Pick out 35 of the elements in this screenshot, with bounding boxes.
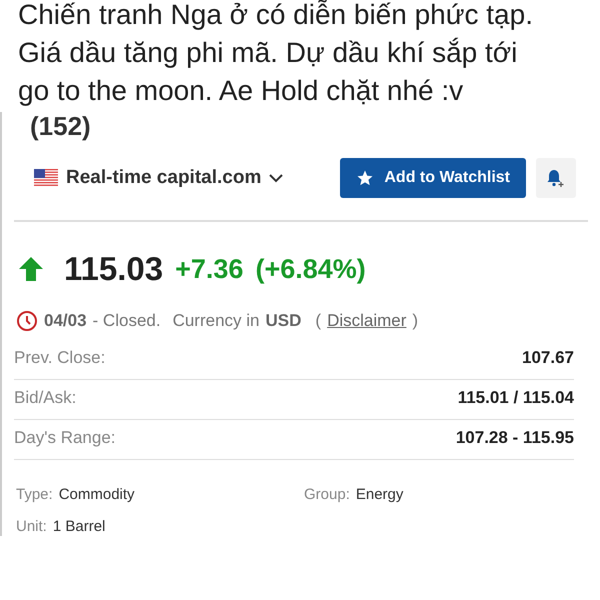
post-text: go to the moon. Ae Hold chặt nhé :v (18, 74, 464, 108)
stat-label: Day's Range: (14, 428, 116, 448)
date-text: 04/03 (44, 311, 87, 331)
data-source[interactable]: Real-time capital.com (66, 167, 262, 189)
post-text: Giá dầu tăng phi mã. Dự dầu khí sắp tới (18, 36, 518, 70)
post-text: Chiến tranh Nga ở có diễn biến phức tạp. (18, 0, 534, 32)
bell-plus-icon (546, 168, 566, 188)
percent-change: (+6.84%) (255, 254, 366, 284)
star-icon (356, 169, 374, 187)
chevron-down-icon[interactable] (269, 173, 284, 183)
stat-value: 107.67 (522, 348, 574, 368)
heading-text: (152) (29, 112, 92, 140)
close-parenthesis: ) (412, 311, 418, 331)
market-state: - Closed. (92, 311, 161, 331)
disclaimer-link[interactable]: Disclaimer (327, 311, 406, 331)
stat-label: Bid/Ask: (14, 388, 76, 408)
stat-label: Prev. Close: (14, 348, 106, 368)
currency-label: Currency in (172, 311, 260, 331)
currency-text: USD (266, 311, 302, 331)
detail-value: 1 Barrel (52, 518, 106, 535)
detail-label: Unit: (16, 518, 47, 535)
add-to-watchlist-button[interactable]: Add to Watchlist (340, 158, 526, 198)
up-arrow-icon (18, 256, 44, 282)
stat-value: 115.01 / 115.04 (458, 388, 574, 408)
detail-label: Type: (16, 486, 53, 503)
clock-icon (16, 310, 38, 332)
detail-label: Group: (304, 486, 350, 503)
price-change: +7.36 (175, 254, 244, 284)
flag-icon (34, 169, 58, 187)
last-price: 115.03 (64, 250, 164, 288)
detail-value: Commodity (58, 486, 135, 503)
stat-value: 107.28 - 115.95 (456, 428, 574, 448)
detail-value: Energy (356, 486, 404, 503)
bell-plus-button[interactable] (536, 158, 576, 198)
open-parenthesis: ( (315, 311, 322, 331)
